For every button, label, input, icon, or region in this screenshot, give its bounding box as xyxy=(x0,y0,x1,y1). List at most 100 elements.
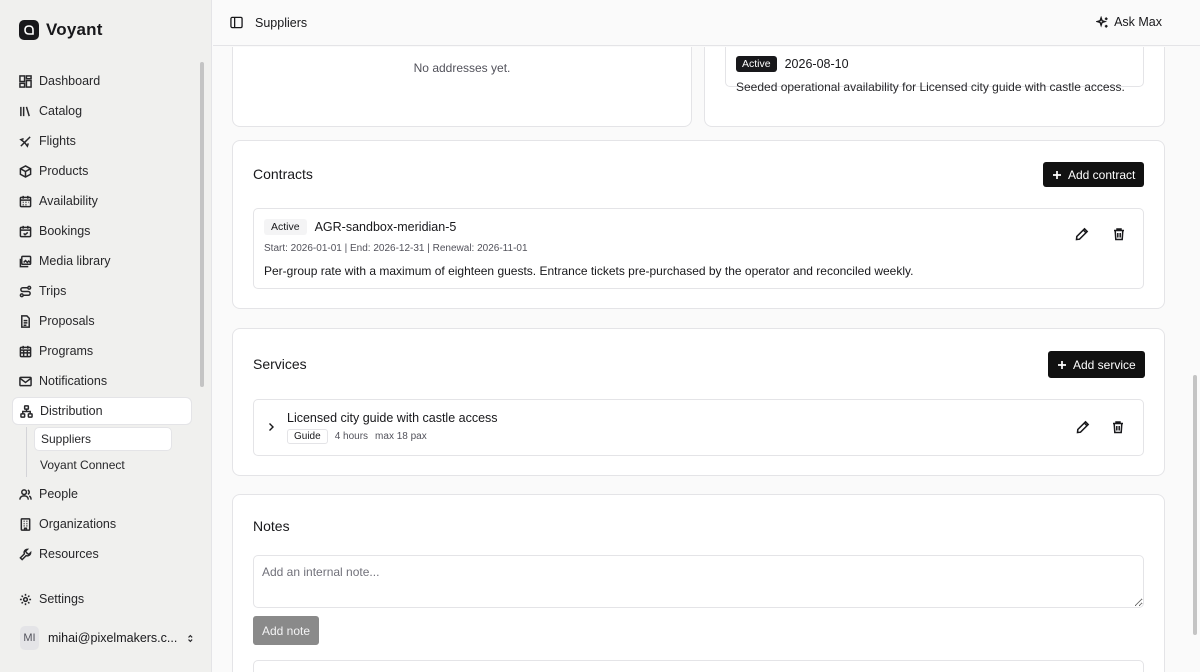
ask-max-label: Ask Max xyxy=(1114,15,1162,29)
delete-contract-button[interactable] xyxy=(1112,227,1126,241)
sidebar-settings-group: Settings xyxy=(12,584,192,614)
users-icon xyxy=(19,488,32,500)
service-item[interactable]: Licensed city guide with castle access G… xyxy=(253,399,1144,456)
sidebar-item-trips[interactable]: Trips xyxy=(12,276,192,306)
trash-icon xyxy=(1113,421,1123,434)
route-icon xyxy=(19,285,32,297)
user-email: mihai@pixelmakers.c... xyxy=(47,631,178,645)
network-icon xyxy=(20,404,33,418)
services-title: Services xyxy=(253,356,307,372)
services-card: Services Add service Licensed city guide… xyxy=(232,328,1165,476)
user-menu[interactable]: MI mihai@pixelmakers.c... xyxy=(20,626,195,650)
contract-item: Active AGR-sandbox-meridian-5 Start: 202… xyxy=(253,208,1144,289)
sidebar-item-proposals[interactable]: Proposals xyxy=(12,306,192,336)
sidebar-item-organizations[interactable]: Organizations xyxy=(12,509,192,539)
sidebar-item-programs[interactable]: Programs xyxy=(12,336,192,366)
sidebar-item-label: Flights xyxy=(39,134,76,148)
sidebar-item-label: Resources xyxy=(39,547,99,561)
sidebar-item-settings[interactable]: Settings xyxy=(12,584,192,614)
next-section-box xyxy=(253,660,1144,672)
sidebar-item-notifications[interactable]: Notifications xyxy=(12,366,192,396)
sidebar-item-label: Distribution xyxy=(40,404,103,418)
document-icon xyxy=(21,314,30,328)
chevron-right-icon[interactable] xyxy=(266,422,276,432)
status-badge: Active xyxy=(736,56,777,72)
plus-icon xyxy=(1058,360,1066,369)
add-service-label: Add service xyxy=(1073,357,1136,372)
avatar: MI xyxy=(20,626,39,650)
edit-service-button[interactable] xyxy=(1076,420,1090,434)
service-capacity: max 18 pax xyxy=(375,431,427,442)
calendar-icon xyxy=(19,195,32,207)
catalog-icon xyxy=(20,106,30,116)
add-contract-label: Add contract xyxy=(1068,167,1136,182)
sidebar-item-label: Organizations xyxy=(39,517,117,531)
availability-item: Active 2026-08-10 Seeded operational ava… xyxy=(725,47,1144,94)
gear-icon xyxy=(19,593,32,605)
pencil-icon xyxy=(1075,227,1089,241)
sparkles-icon xyxy=(1096,15,1108,28)
service-type-badge: Guide xyxy=(287,429,328,444)
sidebar-item-dashboard[interactable]: Dashboard xyxy=(12,66,192,96)
contract-dates: Start: 2026-01-01 | End: 2026-12-31 | Re… xyxy=(264,243,528,254)
sidebar-item-catalog[interactable]: Catalog xyxy=(12,96,192,126)
sidebar-item-products[interactable]: Products xyxy=(12,156,192,186)
pencil-icon xyxy=(1076,420,1090,434)
sidebar-item-label: Media library xyxy=(39,254,111,268)
sidebar-toggle-icon[interactable] xyxy=(230,16,243,29)
add-contract-button[interactable]: Add contract xyxy=(1043,162,1145,187)
addresses-empty-text: No addresses yet. xyxy=(413,61,511,75)
sidebar-item-flights[interactable]: Flights xyxy=(12,126,192,156)
note-input[interactable] xyxy=(253,555,1144,608)
contracts-title: Contracts xyxy=(253,166,313,182)
sidebar-item-label: Availability xyxy=(39,194,98,208)
ask-max-button[interactable]: Ask Max xyxy=(1096,15,1162,29)
sidebar-item-people[interactable]: People xyxy=(12,479,192,509)
sidebar-subitem-suppliers[interactable]: Suppliers xyxy=(34,427,172,451)
sidebar-item-label: Bookings xyxy=(39,224,91,238)
calendar-grid-icon xyxy=(19,345,32,357)
sidebar-item-label: People xyxy=(39,487,78,501)
package-icon xyxy=(19,164,32,178)
sidebar-item-label: Products xyxy=(39,164,89,178)
delete-service-button[interactable] xyxy=(1111,420,1125,434)
availability-card: Active 2026-08-10 Seeded operational ava… xyxy=(704,47,1165,127)
sidebar-item-availability[interactable]: Availability xyxy=(12,186,192,216)
plane-icon xyxy=(19,135,31,148)
wrench-icon xyxy=(19,548,32,561)
sidebar-item-label: Notifications xyxy=(39,374,108,388)
sidebar-item-label: Catalog xyxy=(39,104,83,118)
mail-icon xyxy=(19,376,32,386)
sidebar-item-bookings[interactable]: Bookings xyxy=(12,216,192,246)
chevrons-up-down-icon xyxy=(188,634,193,642)
sidebar-item-label: Proposals xyxy=(39,314,95,328)
contracts-card: Contracts Add contract Active AGR-sandbo… xyxy=(232,140,1165,309)
status-badge: Active xyxy=(264,219,307,235)
calendar-check-icon xyxy=(19,225,32,237)
add-note-button[interactable]: Add note xyxy=(253,616,320,645)
dashboard-icon xyxy=(19,74,32,88)
sidebar-item-label: Settings xyxy=(39,592,85,606)
main-content: No addresses yet. Active 2026-08-10 Seed… xyxy=(213,47,1188,672)
service-duration: 4 hours xyxy=(334,431,369,442)
plus-icon xyxy=(1053,170,1061,179)
add-service-button[interactable]: Add service xyxy=(1048,351,1145,378)
page-title: Suppliers xyxy=(255,15,308,30)
availability-date: 2026-08-10 xyxy=(784,57,849,71)
images-icon xyxy=(19,255,32,267)
addresses-card: No addresses yet. xyxy=(232,47,692,127)
sidebar-scrollbar[interactable] xyxy=(200,62,204,387)
notes-card: Notes Add note xyxy=(232,494,1165,672)
sidebar: Voyant Dashboard Catalog Flights Product… xyxy=(0,0,212,672)
sidebar-item-resources[interactable]: Resources xyxy=(12,539,192,569)
brand-name: Voyant xyxy=(46,20,103,39)
sidebar-item-distribution[interactable]: Distribution xyxy=(12,397,192,425)
brand[interactable]: Voyant xyxy=(19,20,103,40)
sidebar-subitem-voyant-connect[interactable]: Voyant Connect xyxy=(34,453,192,477)
main-scrollbar[interactable] xyxy=(1193,375,1197,635)
building-icon xyxy=(20,517,31,531)
notes-title: Notes xyxy=(253,518,290,534)
voyant-logo-icon xyxy=(19,20,39,40)
edit-contract-button[interactable] xyxy=(1075,227,1089,241)
sidebar-item-media-library[interactable]: Media library xyxy=(12,246,192,276)
